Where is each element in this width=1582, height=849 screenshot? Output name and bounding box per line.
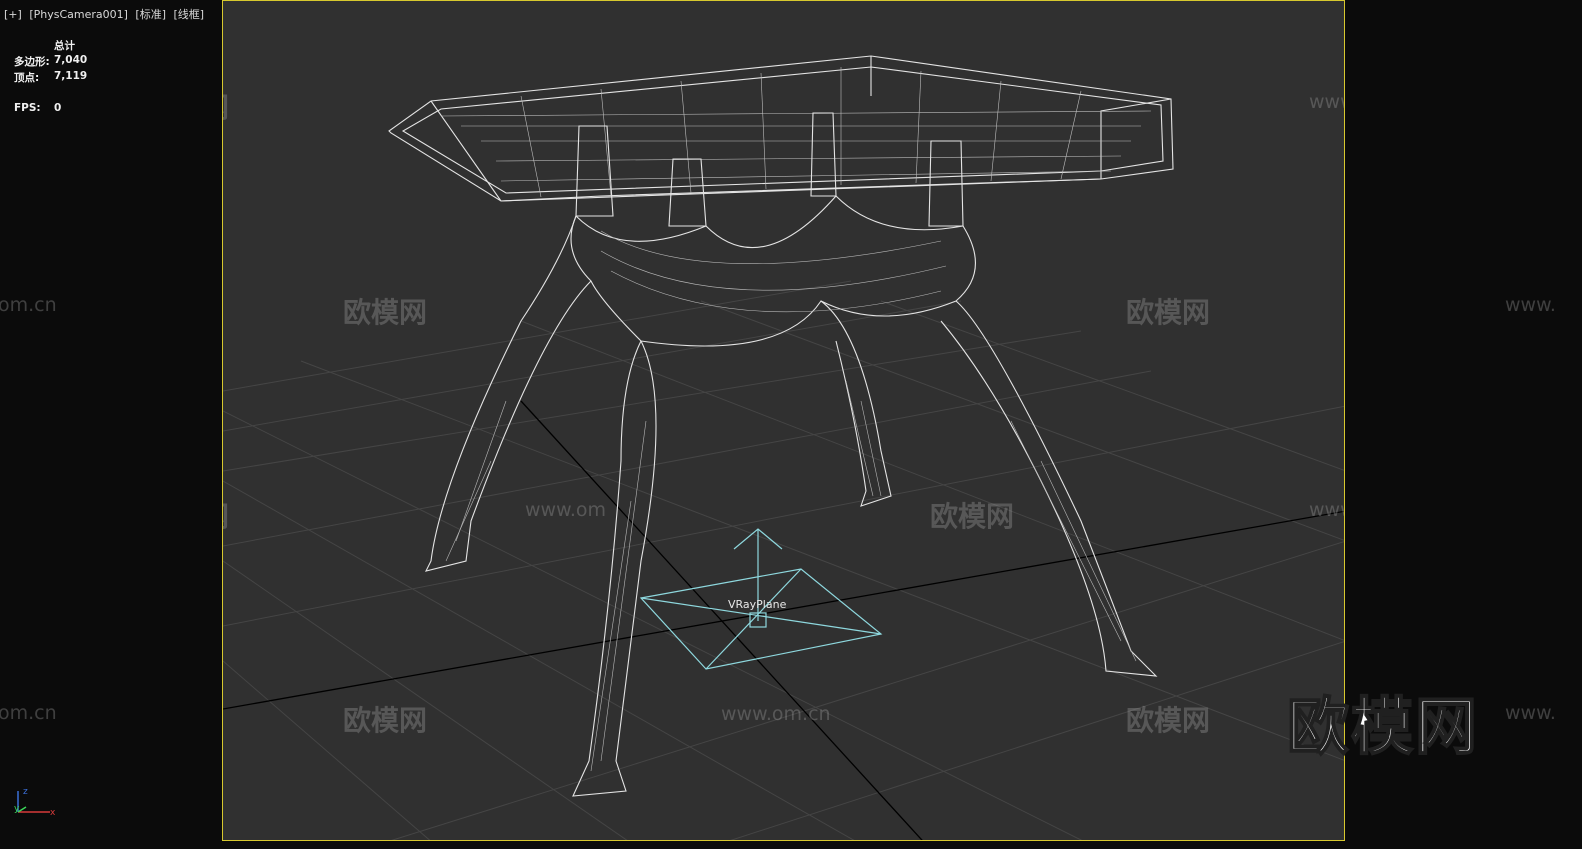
watermark-brand: 欧模网 (1126, 296, 1211, 329)
watermark-brand: 欧模网 (223, 86, 229, 126)
watermark-brand: 欧模网 (343, 296, 428, 329)
watermark-brand: 欧模网 (930, 500, 1015, 533)
stats-fps-row: FPS: 0 (14, 102, 87, 118)
watermark-brand: 欧模网 (1126, 704, 1211, 737)
scene-statistics: 总计 多边形: 7,040 顶点: 7,119 FPS: 0 (14, 38, 87, 118)
fps-value: 0 (54, 102, 62, 114)
watermark-brand: 欧模网 (343, 704, 428, 737)
axis-y-label: y (14, 804, 20, 814)
stats-header: 总计 (54, 40, 75, 52)
stats-verts-row: 顶点: 7,119 (14, 70, 87, 86)
viewport-shading-label[interactable]: [标准] (135, 8, 166, 21)
watermark-url: www.om.cn (721, 703, 831, 725)
ground-axis-lines (223, 400, 1344, 840)
watermark-url-right: www. (1505, 702, 1556, 724)
axis-z-label: z (23, 787, 28, 797)
verts-label: 顶点: (14, 72, 40, 84)
watermark-url-left: om.cn (0, 702, 57, 724)
polys-label: 多边形: (14, 56, 50, 68)
watermark-url: www.om.cn (1309, 499, 1344, 521)
watermark-brand: 欧模网 (223, 495, 229, 535)
brand-logo: 欧模网 (1286, 689, 1480, 764)
viewport-menu-plus[interactable]: [+] (4, 8, 22, 21)
verts-value: 7,119 (54, 70, 88, 82)
watermark-url-left: om.cn (0, 294, 57, 316)
viewport-label: [+] [PhysCamera001] [标准] [线框] (4, 6, 208, 22)
watermark-url: www.om (525, 499, 607, 521)
viewport-camera-label[interactable]: [PhysCamera001] (29, 8, 128, 21)
axis-x-label: x (50, 808, 56, 818)
axis-tripod-icon: z x y (14, 787, 56, 818)
stats-polys-row: 多边形: 7,040 (14, 54, 87, 70)
watermark-url-right: www. (1505, 294, 1556, 316)
viewport-display-mode-label[interactable]: [线框] (174, 8, 205, 21)
watermark-url: www.om.cn (1309, 91, 1344, 113)
camera-viewport[interactable]: 欧模网 欧模网 欧模网 欧模网 欧模网 欧模网 欧模网 www.om.cn ww… (222, 0, 1345, 841)
ground-grid (223, 280, 1344, 840)
vrayplane-label: VRayPlane (728, 598, 787, 611)
polys-value: 7,040 (54, 54, 88, 66)
fps-label: FPS: (14, 102, 41, 114)
